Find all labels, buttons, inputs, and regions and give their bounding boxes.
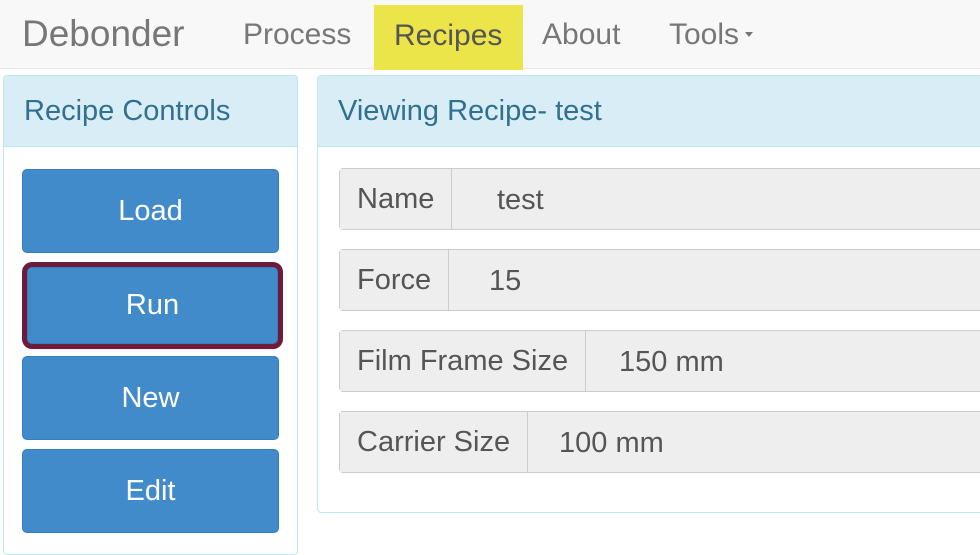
- recipe-view-panel: Viewing Recipe- test Name test Force 15 …: [317, 75, 980, 513]
- recipe-field-label: Film Frame Size: [340, 331, 587, 391]
- edit-button[interactable]: Edit: [22, 449, 279, 533]
- new-button[interactable]: New: [22, 356, 279, 440]
- recipe-field-name: Name test: [339, 168, 980, 230]
- recipe-field-carrier-size: Carrier Size 100 mm: [339, 411, 980, 473]
- recipe-controls-panel: Recipe Controls Load Run New Edit: [3, 75, 298, 555]
- recipe-field-value: 150 mm: [619, 346, 724, 378]
- recipe-field-value: 15: [489, 265, 522, 297]
- nav-item-recipes[interactable]: Recipes: [374, 5, 523, 70]
- navbar: Debonder Process Recipes About Tools: [0, 0, 980, 70]
- load-button[interactable]: Load: [22, 169, 279, 253]
- recipe-field-value: test: [497, 184, 544, 216]
- nav-item-tools[interactable]: Tools: [669, 0, 754, 69]
- recipe-field-label: Force: [340, 250, 450, 310]
- nav-item-process[interactable]: Process: [243, 0, 351, 69]
- nav-item-tools-label: Tools: [669, 18, 740, 51]
- nav-item-about[interactable]: About: [542, 0, 620, 69]
- recipe-field-film-frame-size: Film Frame Size 150 mm: [339, 330, 980, 392]
- recipe-field-force: Force 15: [339, 249, 980, 311]
- caret-down-icon: [745, 32, 754, 38]
- recipe-controls-heading: Recipe Controls: [4, 76, 297, 147]
- recipe-field-label: Name: [340, 169, 453, 229]
- run-button[interactable]: Run: [27, 267, 278, 344]
- brand-link[interactable]: Debonder: [22, 13, 185, 55]
- recipe-view-heading: Viewing Recipe- test: [318, 76, 980, 147]
- recipe-field-label: Carrier Size: [340, 412, 529, 472]
- recipe-field-value: 100 mm: [559, 427, 664, 459]
